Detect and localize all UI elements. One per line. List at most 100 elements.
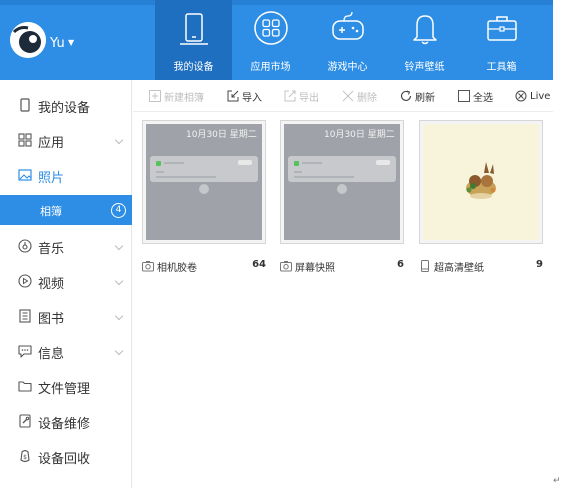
nav-label: 游戏中心	[327, 62, 368, 73]
live-photo-icon	[515, 90, 527, 102]
nav-label: 工具箱	[486, 62, 517, 73]
main-nav: 我的设备 应用市场 游戏中心 铃声壁纸 工具箱	[155, 0, 540, 80]
refresh-label: 刷新	[415, 92, 435, 104]
nav-ringtone-wallpaper[interactable]: 铃声壁纸	[386, 0, 463, 80]
device-icon	[20, 98, 30, 112]
user-caret-icon[interactable]: ▼	[68, 38, 74, 47]
book-icon	[19, 309, 31, 323]
camera-shortcut-icon	[199, 184, 209, 194]
camera-icon	[280, 261, 292, 272]
sidebar-item-label: 音乐	[38, 242, 65, 257]
nav-my-device[interactable]: 我的设备	[155, 0, 232, 80]
sidebar-item-music[interactable]: 音乐	[0, 228, 132, 263]
nav-label: 我的设备	[173, 62, 214, 73]
preview-date: 10月30日 星期二	[186, 130, 257, 140]
live-button[interactable]: Live	[515, 88, 550, 104]
sidebar-item-messages[interactable]: 信息	[0, 333, 132, 368]
album-thumbnail[interactable]	[419, 120, 543, 244]
chevron-down-icon[interactable]	[114, 135, 124, 145]
sidebar-item-device-repair[interactable]: 设备维修	[0, 403, 132, 438]
sidebar-item-label: 设备维修	[38, 417, 91, 432]
wallpaper-preview	[423, 124, 539, 240]
sidebar-item-video[interactable]: 视频	[0, 263, 132, 298]
live-label: Live	[530, 90, 551, 102]
sidebar-item-books[interactable]: 图书	[0, 298, 132, 333]
nav-label: 铃声壁纸	[404, 62, 445, 73]
album-name: 屏幕快照	[295, 263, 335, 274]
sidebar-item-apps[interactable]: 应用	[0, 122, 132, 157]
sidebar-item-file-manager[interactable]: 文件管理	[0, 368, 132, 403]
notification-card	[288, 156, 396, 182]
new-album-button[interactable]: 新建相簿	[149, 88, 204, 104]
close-icon	[342, 90, 354, 102]
toolbar: 新建相簿 导入 导出 删除 刷新 全选 Live	[133, 80, 553, 112]
plus-box-icon	[149, 90, 161, 102]
album-thumbnail[interactable]: 10月30日 星期二	[280, 120, 404, 244]
lockscreen-preview: 10月30日 星期二	[146, 124, 262, 240]
message-icon	[18, 345, 32, 358]
phone-icon	[421, 260, 429, 272]
album-hd-wallpapers[interactable]: 超高清壁纸 9	[419, 120, 543, 276]
nav-toolbox[interactable]: 工具箱	[463, 0, 540, 80]
import-label: 导入	[242, 92, 262, 104]
chevron-down-icon[interactable]	[114, 346, 124, 356]
refresh-button[interactable]: 刷新	[400, 88, 435, 104]
select-all-checkbox[interactable]: 全选	[458, 88, 493, 104]
sidebar-item-label: 我的设备	[38, 101, 91, 116]
repair-icon	[19, 414, 31, 428]
sidebar-subitem-albums[interactable]: 相簿 4	[0, 195, 132, 225]
album-count-badge: 4	[111, 203, 126, 218]
import-button[interactable]: 导入	[227, 88, 262, 104]
sidebar-item-label: 图书	[38, 312, 65, 327]
sidebar: 我的设备 应用 照片 相簿 4 音乐 视频 图书 信息 文件管理 设备维修 $ …	[0, 80, 132, 488]
tablet-icon	[180, 13, 208, 45]
album-name: 相机胶卷	[157, 263, 197, 274]
camera-icon	[142, 261, 154, 272]
checkbox-icon	[458, 90, 470, 102]
bell-icon	[413, 15, 437, 45]
export-label: 导出	[299, 92, 319, 104]
album-thumbnail[interactable]: 10月30日 星期二	[142, 120, 266, 244]
sidebar-item-label: 照片	[38, 171, 65, 186]
gamepad-icon	[332, 11, 364, 40]
album-screenshots[interactable]: 10月30日 星期二 屏幕快照 6	[280, 120, 404, 276]
user-name[interactable]: Yu	[50, 36, 65, 51]
camera-shortcut-icon	[337, 184, 347, 194]
app-logo	[10, 22, 46, 58]
nav-label: 应用市场	[250, 62, 291, 73]
folder-icon	[18, 381, 32, 392]
photo-icon	[18, 169, 32, 181]
grid-icon	[18, 133, 32, 147]
sidebar-item-label: 视频	[38, 277, 65, 292]
nav-game-center[interactable]: 游戏中心	[309, 0, 386, 80]
sidebar-item-label: 设备回收	[38, 452, 91, 467]
notification-card	[150, 156, 258, 182]
video-icon	[18, 274, 32, 288]
delete-label: 删除	[357, 92, 377, 104]
sidebar-item-device-recycle[interactable]: $ 设备回收	[0, 438, 132, 473]
sidebar-item-photos[interactable]: 照片	[0, 157, 132, 192]
select-all-label: 全选	[473, 92, 493, 104]
album-camera-roll[interactable]: 10月30日 星期二 相机胶卷 64	[142, 120, 266, 276]
apps-icon	[254, 11, 288, 45]
sidebar-item-my-device[interactable]: 我的设备	[0, 87, 132, 122]
album-name: 超高清壁纸	[434, 263, 484, 274]
chevron-down-icon[interactable]	[114, 311, 124, 321]
album-count: 64	[252, 259, 266, 270]
preview-date: 10月30日 星期二	[324, 130, 395, 140]
sidebar-item-label: 信息	[38, 347, 65, 362]
delete-button[interactable]: 删除	[342, 88, 377, 104]
export-icon	[284, 90, 296, 102]
toolbox-icon	[487, 16, 517, 41]
sidebar-item-label: 应用	[38, 136, 65, 151]
export-button[interactable]: 导出	[284, 88, 319, 104]
album-count: 9	[536, 259, 543, 270]
nav-app-market[interactable]: 应用市场	[232, 0, 309, 80]
chevron-down-icon[interactable]	[114, 241, 124, 251]
recycle-icon: $	[20, 449, 30, 463]
chevron-down-icon[interactable]	[114, 276, 124, 286]
new-album-label: 新建相簿	[164, 92, 204, 104]
top-header: Yu ▼ 我的设备 应用市场 游戏中心 铃声壁纸 工具箱	[0, 0, 553, 80]
animal-illustration	[466, 162, 496, 199]
sidebar-item-label: 文件管理	[38, 382, 91, 397]
